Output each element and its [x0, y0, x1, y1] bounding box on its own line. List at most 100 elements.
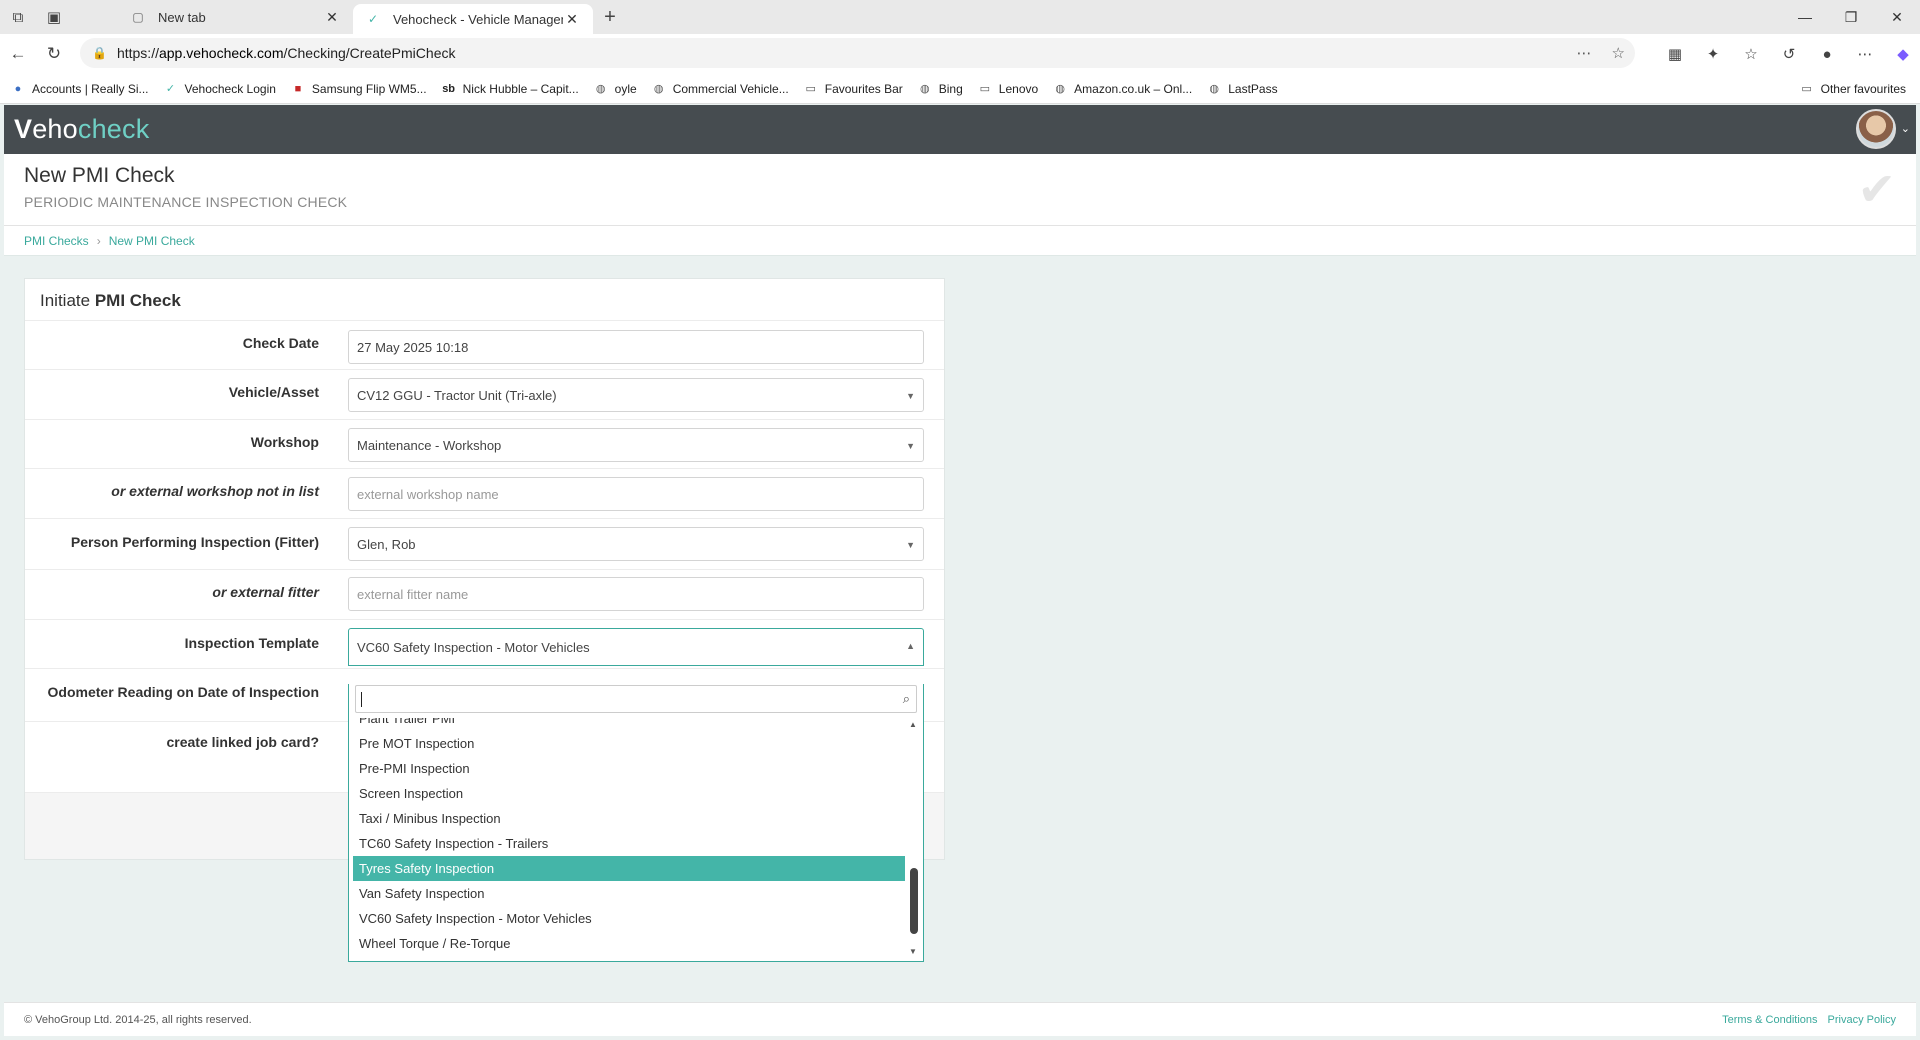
bookmark-item[interactable]: sb Nick Hubble – Capit... — [441, 81, 578, 97]
lock-icon[interactable]: 🔒 — [92, 46, 107, 60]
tab-vehocheck[interactable]: ✓ Vehocheck - Vehicle Management ✕ — [353, 4, 593, 34]
avatar[interactable] — [1856, 109, 1896, 149]
new-tab-button[interactable]: + — [593, 6, 627, 29]
bookmark-item[interactable]: ◍ Commercial Vehicle... — [651, 81, 789, 97]
vehicle-label: Vehicle/Asset — [228, 384, 319, 400]
vehicle-select[interactable]: CV12 GGU - Tractor Unit (Tri-axle) ▼ — [348, 378, 924, 412]
refresh-icon[interactable]: ↻ — [36, 36, 72, 72]
scrollbar-thumb[interactable] — [910, 868, 918, 934]
scroll-down-icon[interactable]: ▼ — [909, 947, 917, 956]
bookmark-item[interactable]: ▭ Lenovo — [977, 81, 1039, 97]
row-check-date: Check Date 27 May 2025 10:18 — [25, 322, 944, 370]
tab-new-tab[interactable]: ▢ New tab ✕ — [118, 0, 353, 34]
profile-icon[interactable]: ● — [1812, 40, 1842, 68]
template-dropdown: ⌕ Plant Trailer PMI Pre MOT Inspection P… — [348, 684, 924, 962]
dropdown-option[interactable]: TC60 Safety Inspection - Trailers — [353, 831, 905, 856]
workspaces-icon[interactable]: ⧉ — [0, 0, 36, 34]
chevron-down-icon[interactable]: ⌄ — [1901, 122, 1910, 135]
reader-icon[interactable]: ⋯ — [1577, 44, 1592, 62]
extension-icon[interactable]: ▦ — [1660, 40, 1690, 68]
chevron-down-icon: ▼ — [906, 441, 915, 451]
copyright-text: © VehoGroup Ltd. 2014-25, all rights res… — [24, 1013, 252, 1026]
search-icon: ⌕ — [902, 691, 910, 706]
breadcrumb-new-pmi-check[interactable]: New PMI Check — [109, 234, 195, 248]
row-external-workshop: or external workshop not in list externa… — [25, 469, 944, 519]
bookmark-item[interactable]: ◍ Bing — [917, 81, 963, 97]
dropdown-option[interactable]: Pre MOT Inspection — [353, 731, 905, 756]
tab-title: New tab — [158, 9, 206, 25]
close-window-icon[interactable]: ✕ — [1874, 0, 1920, 34]
dropdown-option[interactable]: VC60 Safety Inspection - Motor Vehicles — [353, 906, 905, 931]
bookmark-item[interactable]: ◍ Amazon.co.uk – Onl... — [1052, 81, 1192, 97]
dropdown-option[interactable]: Taxi / Minibus Inspection — [353, 806, 905, 831]
dropdown-option[interactable]: Plant Trailer PMI — [353, 718, 905, 731]
card-title: Initiate PMI Check — [25, 279, 944, 321]
globe-icon: ◍ — [1055, 83, 1065, 95]
page-header: New PMI Check PERIODIC MAINTENANCE INSPE… — [4, 154, 1916, 226]
terms-link[interactable]: Terms & Conditions — [1722, 1014, 1817, 1026]
dropdown-scrollbar[interactable]: ▲ ▼ — [909, 718, 919, 958]
row-vehicle: Vehicle/Asset CV12 GGU - Tractor Unit (T… — [25, 370, 944, 420]
dropdown-option-highlighted[interactable]: Tyres Safety Inspection — [353, 856, 905, 881]
chevron-down-icon: ▼ — [906, 540, 915, 550]
external-fitter-input[interactable]: external fitter name — [348, 577, 924, 611]
breadcrumb-separator: › — [96, 233, 101, 248]
dropdown-option[interactable]: Wheel Torque / Re-Torque — [353, 931, 905, 956]
check-date-input[interactable]: 27 May 2025 10:18 — [348, 330, 924, 364]
url-host: app.vehocheck.com — [158, 45, 284, 61]
bookmark-item[interactable]: ✓ Vehocheck Login — [163, 81, 276, 97]
external-fitter-label: or external fitter — [212, 584, 319, 600]
tab-actions-icon[interactable]: ▣ — [36, 0, 72, 34]
bookmark-item[interactable]: ▭ Favourites Bar — [803, 81, 903, 97]
restore-icon[interactable]: ❐ — [1828, 0, 1874, 34]
odometer-label: Odometer Reading on Date of Inspection — [47, 684, 319, 700]
fitter-label: Person Performing Inspection (Fitter) — [70, 534, 319, 550]
dropdown-option[interactable]: Pre-PMI Inspection — [353, 756, 905, 781]
bookmark-item[interactable]: ■ Samsung Flip WM5... — [290, 81, 427, 97]
breadcrumb-pmi-checks[interactable]: PMI Checks — [24, 234, 89, 248]
page-subtitle: PERIODIC MAINTENANCE INSPECTION CHECK — [24, 194, 348, 210]
copilot-icon[interactable]: ◆ — [1888, 40, 1918, 68]
vehocheck-icon: ✓ — [165, 83, 176, 95]
page-title: New PMI Check — [24, 164, 175, 187]
url-field[interactable]: 🔒 https://app.vehocheck.com/Checking/Cre… — [80, 38, 1635, 68]
template-select[interactable]: VC60 Safety Inspection - Motor Vehicles ▲ — [348, 628, 924, 666]
external-workshop-input[interactable]: external workshop name — [348, 477, 924, 511]
history-icon[interactable]: ↺ — [1774, 40, 1804, 68]
workshop-select[interactable]: Maintenance - Workshop ▼ — [348, 428, 924, 462]
back-icon[interactable]: ← — [0, 36, 36, 72]
dropdown-search-input[interactable]: ⌕ — [355, 685, 917, 713]
dropdown-options: Plant Trailer PMI Pre MOT Inspection Pre… — [353, 718, 905, 958]
more-icon[interactable]: ⋯ — [1850, 40, 1880, 68]
bookmark-item[interactable]: ● Accounts | Really Si... — [10, 81, 149, 97]
text-cursor — [361, 692, 362, 707]
puzzle-icon[interactable]: ✦ — [1698, 40, 1728, 68]
minimize-icon[interactable]: — — [1782, 0, 1828, 34]
workshop-label: Workshop — [250, 434, 319, 450]
privacy-link[interactable]: Privacy Policy — [1828, 1014, 1896, 1026]
favourites-icon[interactable]: ☆ — [1736, 40, 1766, 68]
dropdown-option[interactable]: Van Safety Inspection — [353, 881, 905, 906]
close-tab-icon[interactable]: ✕ — [323, 9, 341, 26]
bookmark-item[interactable]: ◍ oyle — [593, 81, 637, 97]
fitter-select[interactable]: Glen, Rob ▼ — [348, 527, 924, 561]
page-footer: © VehoGroup Ltd. 2014-25, all rights res… — [4, 1002, 1916, 1036]
other-favourites[interactable]: ▭ Other favourites — [1799, 81, 1906, 97]
chevron-up-icon: ▲ — [906, 641, 915, 651]
url-path: /Checking/CreatePmiCheck — [283, 45, 456, 61]
page-icon: ▢ — [132, 10, 144, 24]
breadcrumb: PMI Checks › New PMI Check — [4, 226, 1916, 256]
browser-tab-bar: ⧉ ▣ ▢ New tab ✕ ✓ Vehocheck - Vehicle Ma… — [0, 0, 1920, 34]
folder-icon: ▭ — [1801, 83, 1812, 95]
bookmark-item[interactable]: ◍ LastPass — [1206, 81, 1277, 97]
vehocheck-icon: ✓ — [367, 12, 379, 26]
dropdown-option[interactable]: Screen Inspection — [353, 781, 905, 806]
scroll-up-icon[interactable]: ▲ — [909, 720, 917, 729]
vehocheck-logo[interactable]: Vehocheck — [14, 114, 149, 145]
sb-icon: sb — [442, 82, 456, 95]
star-icon[interactable]: ☆ — [1612, 44, 1625, 62]
close-tab-icon[interactable]: ✕ — [563, 11, 581, 28]
row-workshop: Workshop Maintenance - Workshop ▼ — [25, 420, 944, 469]
app-header: Vehocheck ⌄ — [4, 105, 1916, 154]
row-fitter: Person Performing Inspection (Fitter) Gl… — [25, 519, 944, 570]
